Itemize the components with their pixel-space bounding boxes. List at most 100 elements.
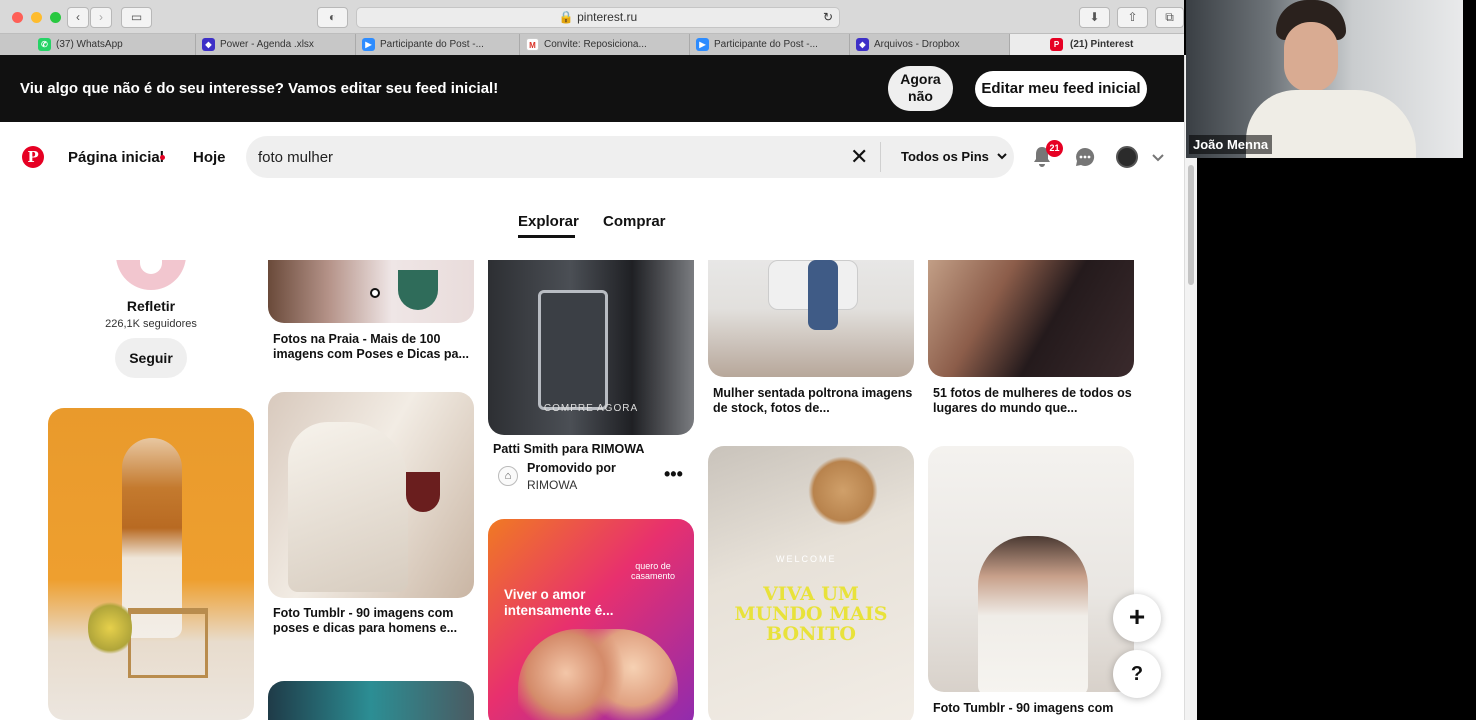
zoom-window-button[interactable] <box>50 12 61 23</box>
share-icon: ⇧ <box>1127 10 1138 24</box>
address-bar[interactable]: 🔒 pinterest.ru ↻ <box>356 7 840 28</box>
dropbox-icon: ◆ <box>856 38 869 51</box>
edit-feed-button[interactable]: Editar meu feed inicial <box>975 71 1147 107</box>
download-icon: ⬇ <box>1089 10 1100 24</box>
add-pin-button[interactable]: + <box>1113 594 1161 642</box>
notification-count-badge: 21 <box>1046 140 1063 157</box>
pin-image-coffee[interactable] <box>928 446 1134 692</box>
browser-tab-whatsapp[interactable]: ✆ (37) WhatsApp <box>32 34 196 55</box>
pin-filter-dropdown[interactable]: Todos os Pins <box>901 149 1008 164</box>
privacy-report-button[interactable]: ◐ <box>317 7 348 28</box>
chevron-right-icon: › <box>99 10 103 24</box>
pin-title[interactable]: Fotos na Praia - Mais de 100 imagens com… <box>273 332 473 362</box>
tab-shop[interactable]: Comprar <box>603 213 666 230</box>
tabs-icon: ⧉ <box>1165 10 1174 24</box>
profile-name[interactable]: Refletir <box>51 298 251 314</box>
browser-tab-pinterest[interactable]: P (21) Pinterest <box>1010 34 1184 55</box>
follow-button[interactable]: Seguir <box>115 338 187 378</box>
profile-followers: 226,1K seguidores <box>105 318 197 330</box>
tab-explore[interactable]: Explorar <box>518 213 579 230</box>
pin-overlay-text: VIVA UM MUNDO MAIS BONITO <box>734 583 888 645</box>
zoom-icon: ▶ <box>362 38 375 51</box>
browser-titlebar: ‹ › ▭ ◐ 🔒 pinterest.ru ↻ ⬇ ⇧ ⧉ <box>0 0 1184 34</box>
clear-search-icon[interactable]: ✕ <box>850 145 868 169</box>
more-options-icon[interactable]: ••• <box>664 464 683 485</box>
pin-filter-label: Todos os Pins <box>901 149 989 164</box>
mouse-cursor-icon <box>370 288 380 298</box>
pin-image-wine[interactable] <box>268 392 474 598</box>
not-now-button[interactable]: Agora não <box>888 66 953 111</box>
browser-tabbar: ✆ (37) WhatsApp ◆ Power - Agenda .xlsx ▶… <box>0 34 1184 55</box>
person-face-shape <box>1284 22 1338 92</box>
promoted-label: Promovido por <box>527 461 616 475</box>
user-avatar[interactable] <box>1116 146 1138 168</box>
pin-image-viva[interactable]: WELCOME VIVA UM MUNDO MAIS BONITO <box>708 446 914 720</box>
pinterest-icon: P <box>1050 38 1063 51</box>
shirt-shape <box>288 422 408 592</box>
url-text: pinterest.ru <box>577 10 638 24</box>
browser-tab-zoom-1[interactable]: ▶ Participante do Post -... <box>356 34 520 55</box>
downloads-button[interactable]: ⬇ <box>1079 7 1110 28</box>
swimsuit-shape <box>398 270 438 310</box>
close-window-button[interactable] <box>12 12 23 23</box>
curly-hair-shape <box>808 456 878 526</box>
pinterest-logo-icon[interactable]: P <box>22 146 44 168</box>
tab-label: Arquivos - Dropbox <box>874 39 960 50</box>
sidebar-toggle-button[interactable]: ▭ <box>121 7 152 28</box>
pin-title[interactable]: Foto Tumblr - 90 imagens com <box>933 701 1133 716</box>
tab-label: Power - Agenda .xlsx <box>220 39 314 50</box>
pin-image-armchair[interactable] <box>708 260 914 377</box>
dropbox-icon: ◆ <box>202 38 215 51</box>
pin-title[interactable]: Mulher sentada poltrona imagens de stock… <box>713 386 913 416</box>
lock-icon: 🔒 <box>558 10 574 24</box>
tab-overview-button[interactable]: ⧉ <box>1155 7 1184 28</box>
chevron-left-icon: ‹ <box>76 10 80 24</box>
pinterest-header: P Página inicial Hoje ✕ Todos os Pins 21… <box>0 122 1184 260</box>
not-now-label-line2: não <box>908 88 933 104</box>
reload-icon[interactable]: ↻ <box>823 8 833 27</box>
home-update-dot <box>160 155 165 160</box>
help-button[interactable]: ? <box>1113 650 1161 698</box>
pin-title[interactable]: Patti Smith para RIMOWA <box>493 442 693 457</box>
flowers-shape <box>88 598 132 658</box>
browser-tab-dropbox[interactable]: ◆ Arquivos - Dropbox <box>850 34 1010 55</box>
browser-tab-agenda[interactable]: ◆ Power - Agenda .xlsx <box>196 34 356 55</box>
account-chevron-down-icon[interactable] <box>1151 150 1165 164</box>
banner-text: Viu algo que não é do seu interesse? Vam… <box>20 80 499 97</box>
search-divider <box>880 142 881 172</box>
pin-image-wedding[interactable]: Viver o amor intensamente é... quero de … <box>488 519 694 720</box>
tab-label: (37) WhatsApp <box>56 39 123 50</box>
browser-tab-gmail[interactable]: M Convite: Reposiciona... <box>520 34 690 55</box>
back-button[interactable]: ‹ <box>67 7 89 28</box>
shield-icon: ◐ <box>328 10 337 24</box>
scroll-thumb[interactable] <box>1188 165 1194 285</box>
forward-button[interactable]: › <box>90 7 112 28</box>
browser-tab-zoom-2[interactable]: ▶ Participante do Post -... <box>690 34 850 55</box>
messages-icon[interactable] <box>1075 147 1095 167</box>
not-now-label-line1: Agora <box>900 71 941 87</box>
suitcase-shape <box>538 290 608 410</box>
pin-image-teal[interactable] <box>268 681 474 720</box>
tab-label: (21) Pinterest <box>1070 39 1134 50</box>
nav-today-link[interactable]: Hoje <box>193 149 226 166</box>
faces-shape <box>518 629 678 720</box>
pin-image-orange-chair[interactable] <box>48 408 254 720</box>
pin-title[interactable]: 51 fotos de mulheres de todos os lugares… <box>933 386 1133 416</box>
active-tab-underline <box>518 235 575 238</box>
question-icon: ? <box>1130 663 1144 685</box>
jeans-legs-shape <box>808 260 838 330</box>
minimize-window-button[interactable] <box>31 12 42 23</box>
tab-label: Convite: Reposiciona... <box>544 39 647 50</box>
promoted-by[interactable]: RIMOWA <box>527 478 577 492</box>
nav-home-link[interactable]: Página inicial <box>68 149 164 166</box>
rimowa-logo-icon[interactable]: ⌂ <box>498 466 518 486</box>
pin-title[interactable]: Foto Tumblr - 90 imagens com poses e dic… <box>273 606 473 636</box>
chair-shape <box>128 608 208 678</box>
feed-edit-banner: Viu algo que não é do seu interesse? Vam… <box>0 55 1184 122</box>
search-input[interactable] <box>258 136 838 178</box>
pin-image-hair[interactable] <box>928 260 1134 377</box>
pin-overlay-small: WELCOME <box>776 554 837 564</box>
pin-image-rimowa[interactable]: COMPRE AGORA <box>488 260 694 435</box>
share-button[interactable]: ⇧ <box>1117 7 1148 28</box>
plus-icon: + <box>1128 601 1146 632</box>
